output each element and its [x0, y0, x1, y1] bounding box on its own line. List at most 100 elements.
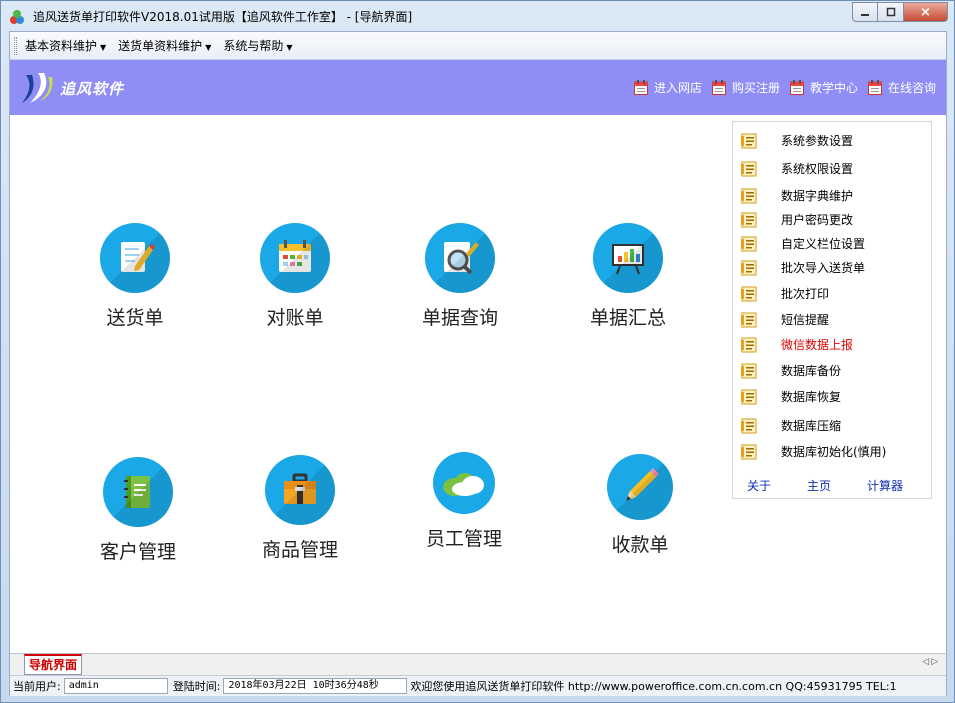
tile-staff-management[interactable]: 员工管理 — [399, 452, 529, 551]
brand-name: 追风软件 — [60, 80, 125, 98]
link-teaching-center[interactable]: 教学中心 — [789, 79, 858, 96]
function-list-panel: 系统参数设置 系统权限设置 数据字典维护 用户密码更改 自定义栏位设置 批次导入… — [732, 121, 932, 499]
chevron-down-icon: ▼ — [100, 43, 107, 52]
menu-system-help-label: 系统与帮助 — [223, 39, 284, 53]
pencil-icon — [607, 454, 673, 520]
panel-item-label: 批次打印 — [781, 287, 830, 301]
tile-product-management-label: 商品管理 — [261, 539, 338, 561]
tile-customer-management[interactable]: 客户管理 — [73, 457, 203, 564]
presentation-chart-icon — [593, 223, 663, 293]
login-time-label: 登陆时间: — [172, 680, 221, 693]
link-about[interactable]: 关于 — [747, 477, 771, 494]
panel-item-data-dictionary[interactable]: 数据字典维护 — [741, 187, 853, 204]
brand-logo-icon — [22, 73, 53, 103]
document-tab-bar: 导航界面 ◁▷ — [10, 653, 946, 675]
tile-delivery-note[interactable]: 送货单 — [70, 223, 200, 330]
close-icon: × — [920, 4, 931, 20]
tile-receipt[interactable]: 收款单 — [575, 454, 705, 557]
chevron-down-icon: ▼ — [205, 43, 212, 52]
status-bar: 当前用户: admin 登陆时间: 2018年03月22日 10时36分48秒 … — [10, 675, 946, 696]
panel-item-db-initialize[interactable]: 数据库初始化(慎用) — [741, 443, 886, 460]
panel-item-db-compress[interactable]: 数据库压缩 — [741, 417, 841, 434]
minimize-button[interactable] — [852, 2, 878, 22]
chevron-down-icon: ▼ — [286, 43, 293, 52]
panel-item-wechat-report[interactable]: 微信数据上报 — [741, 336, 853, 353]
maximize-icon — [886, 7, 895, 17]
tile-document-summary-label: 单据汇总 — [589, 307, 666, 329]
document-list-icon — [741, 260, 757, 275]
panel-item-change-password[interactable]: 用户密码更改 — [741, 211, 853, 228]
close-button[interactable]: × — [904, 2, 948, 22]
document-list-icon — [741, 133, 757, 148]
link-purchase-register[interactable]: 购买注册 — [711, 79, 780, 96]
title-bar[interactable]: 追风送货单打印软件V2018.01试用版【追风软件工作室】 - [导航界面] × — [1, 1, 954, 31]
link-homepage[interactable]: 主页 — [807, 477, 831, 494]
panel-item-batch-import[interactable]: 批次导入送货单 — [741, 259, 865, 276]
menu-delivery-data-label: 送货单资料维护 — [118, 39, 203, 53]
maximize-button[interactable] — [878, 2, 904, 22]
minimize-icon — [861, 14, 869, 16]
magnifier-icon — [425, 223, 495, 293]
toolbar-grip[interactable] — [14, 36, 17, 55]
panel-item-label: 系统权限设置 — [781, 162, 854, 176]
chevron-left-icon[interactable]: ◁ — [922, 657, 931, 667]
panel-item-label: 用户密码更改 — [781, 213, 854, 227]
menu-delivery-data[interactable]: 送货单资料维护 ▼ — [118, 37, 211, 54]
tile-delivery-note-label: 送货单 — [106, 307, 164, 329]
panel-item-system-params[interactable]: 系统参数设置 — [741, 132, 853, 149]
panel-item-db-restore[interactable]: 数据库恢复 — [741, 388, 841, 405]
menu-system-help[interactable]: 系统与帮助 ▼ — [223, 37, 292, 54]
tile-statement[interactable]: 对账单 — [230, 223, 360, 330]
calendar-icon — [789, 80, 804, 95]
link-calculator[interactable]: 计算器 — [867, 477, 903, 494]
tile-product-management[interactable]: 商品管理 — [235, 455, 365, 562]
panel-item-batch-print[interactable]: 批次打印 — [741, 285, 829, 302]
current-user-label: 当前用户: — [13, 680, 61, 693]
panel-item-label: 微信数据上报 — [781, 338, 854, 352]
tile-document-query-label: 单据查询 — [421, 307, 498, 329]
panel-item-db-backup[interactable]: 数据库备份 — [741, 362, 841, 379]
link-online-consult-label: 在线咨询 — [887, 81, 936, 95]
panel-item-label: 短信提醒 — [781, 313, 830, 327]
link-teaching-center-label: 教学中心 — [809, 81, 858, 95]
window-title: 追风送货单打印软件V2018.01试用版【追风软件工作室】 - [导航界面] — [33, 10, 413, 24]
link-enter-shop-label: 进入网店 — [653, 81, 702, 95]
panel-item-label: 系统参数设置 — [781, 134, 854, 148]
panel-item-system-permissions[interactable]: 系统权限设置 — [741, 160, 853, 177]
tile-document-query[interactable]: 单据查询 — [395, 223, 525, 330]
tab-navigation[interactable]: 导航界面 — [24, 654, 83, 675]
app-logo-icon — [10, 10, 24, 24]
tile-statement-label: 对账单 — [266, 307, 324, 329]
calendar-icon — [633, 80, 648, 95]
document-list-icon — [741, 312, 757, 327]
menu-basic-data[interactable]: 基本资料维护 ▼ — [25, 37, 106, 54]
panel-item-label: 数据库压缩 — [781, 419, 842, 433]
login-time-value: 2018年03月22日 10时36分48秒 — [223, 678, 408, 694]
link-enter-shop[interactable]: 进入网店 — [633, 79, 702, 96]
panel-item-label: 自定义栏位设置 — [781, 237, 866, 251]
link-online-consult[interactable]: 在线咨询 — [867, 79, 936, 96]
address-book-icon — [103, 457, 173, 527]
navigation-panel: 送货单 对账单 单据查询 单据汇总 客户管理 商品管理 员工管理 收款单 系统参… — [10, 115, 946, 653]
document-list-icon — [741, 188, 757, 203]
welcome-message: 欢迎您使用追风送货单打印软件 http://www.poweroffice.co… — [410, 680, 897, 693]
panel-item-custom-fields[interactable]: 自定义栏位设置 — [741, 235, 865, 252]
tab-scroll-arrows[interactable]: ◁▷ — [922, 657, 940, 667]
calendar-icon — [867, 80, 882, 95]
chevron-right-icon[interactable]: ▷ — [931, 657, 940, 667]
banner-links: 进入网店 购买注册 教学中心 在线咨询 — [624, 79, 936, 96]
window-controls: × — [852, 2, 948, 22]
panel-item-label: 数据库恢复 — [781, 390, 842, 404]
panel-item-label: 数据库备份 — [781, 364, 842, 378]
tile-document-summary[interactable]: 单据汇总 — [563, 223, 693, 330]
document-list-icon — [741, 389, 757, 404]
panel-links: 关于 主页 计算器 — [747, 477, 939, 494]
header-banner: 追风软件 进入网店 购买注册 教学中心 在线咨询 — [10, 60, 946, 115]
panel-item-sms-reminder[interactable]: 短信提醒 — [741, 311, 829, 328]
menu-bar: 基本资料维护 ▼ 送货单资料维护 ▼ 系统与帮助 ▼ — [10, 32, 946, 60]
document-list-icon — [741, 236, 757, 251]
tile-staff-management-label: 员工管理 — [425, 528, 502, 550]
calendar-icon — [260, 223, 330, 293]
app-window: 追风送货单打印软件V2018.01试用版【追风软件工作室】 - [导航界面] ×… — [0, 0, 955, 703]
document-list-icon — [741, 286, 757, 301]
